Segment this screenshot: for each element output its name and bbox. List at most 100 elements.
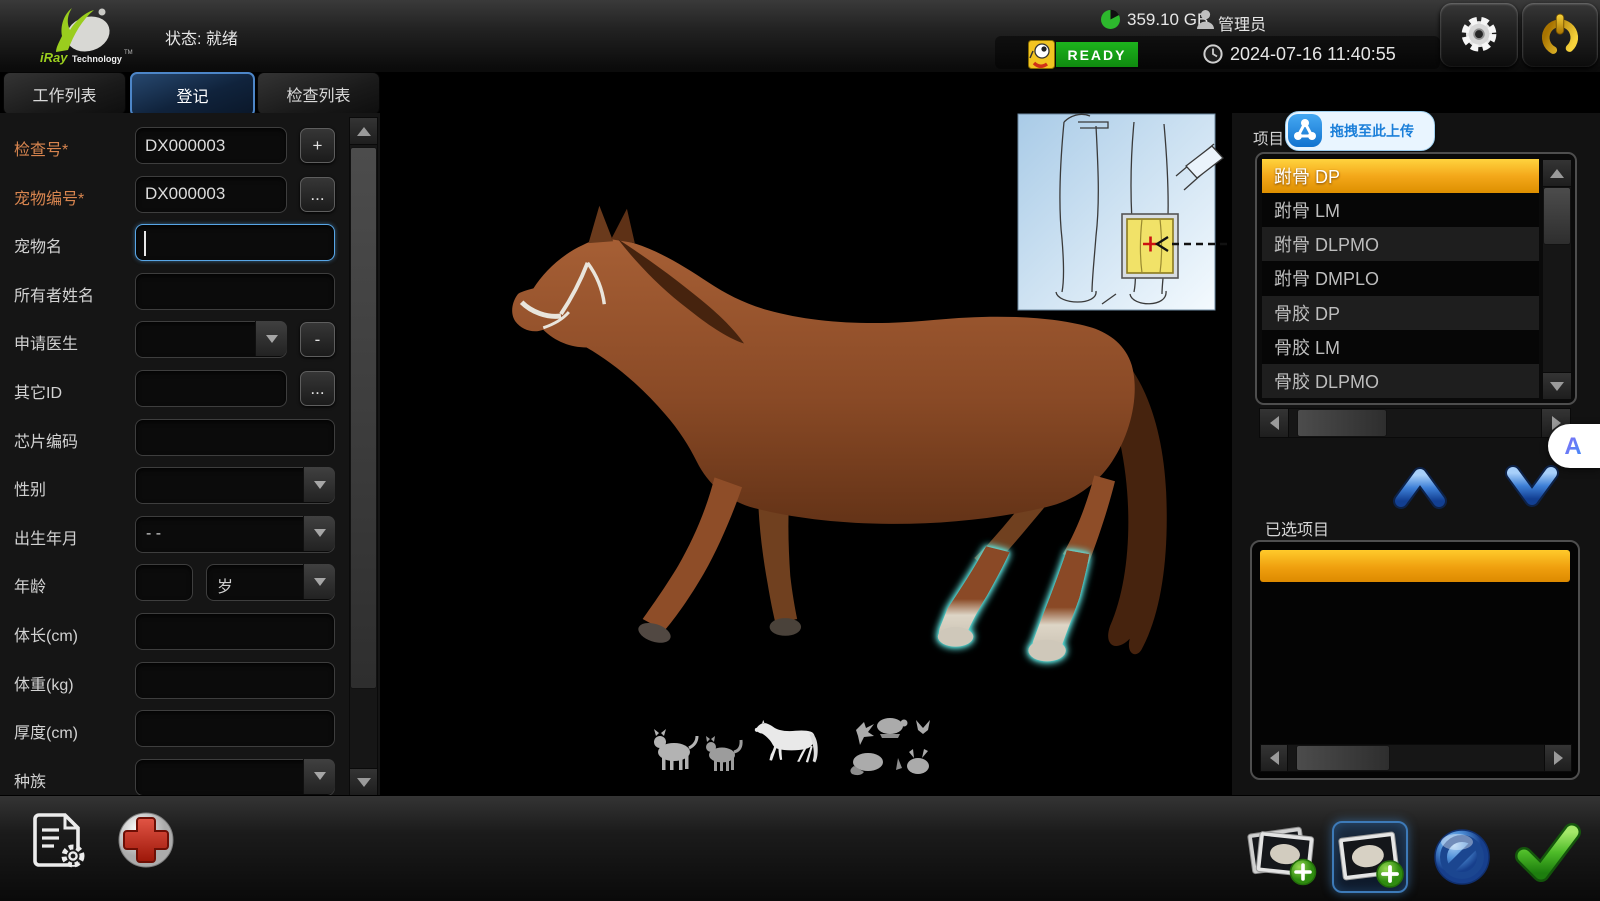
form-field-input[interactable] <box>135 224 335 261</box>
field-label: 宠物编号* <box>14 185 84 209</box>
positioning-inset <box>1018 114 1215 310</box>
triangle-down-icon <box>1550 382 1564 391</box>
worklist-settings-button[interactable] <box>28 810 90 872</box>
combo-arrow-button[interactable] <box>303 467 335 502</box>
text-caret <box>144 231 146 256</box>
form-field-input[interactable] <box>135 273 335 310</box>
field-side-button[interactable]: + <box>300 128 335 163</box>
new-exam-button[interactable] <box>116 810 176 870</box>
selected-item-row[interactable] <box>1260 550 1570 582</box>
combo-arrow-button[interactable] <box>303 759 335 794</box>
field-label: 年龄 <box>14 573 46 597</box>
form-field-input[interactable] <box>135 662 335 699</box>
highlighted-hind-leg-far[interactable] <box>938 546 1010 646</box>
procedure-scroll-left-button[interactable] <box>1259 408 1289 438</box>
move-down-button[interactable] <box>1504 462 1560 510</box>
species-exotic-button[interactable] <box>842 712 934 780</box>
power-button[interactable] <box>1522 3 1598 67</box>
items-label: 项目 <box>1253 127 1284 149</box>
form-scroll-up-button[interactable] <box>349 117 378 145</box>
user-icon <box>1196 9 1215 30</box>
procedure-hscrollbar-thumb[interactable] <box>1297 409 1387 437</box>
form-field-input[interactable] <box>135 370 287 407</box>
combo-arrow-button[interactable] <box>303 564 335 599</box>
triangle-left-icon <box>1270 751 1279 765</box>
tab-label: 检查列表 <box>286 82 350 106</box>
species-horse-button[interactable] <box>754 712 824 778</box>
selected-items-label: 已选项目 <box>1265 516 1329 540</box>
field-label: 体重(kg) <box>14 671 74 695</box>
procedure-item[interactable]: 跗骨 DMPLO <box>1262 261 1539 295</box>
cancel-button[interactable] <box>1432 827 1492 887</box>
form-field-input[interactable] <box>135 127 287 164</box>
upload-label: 拖拽至此上传 <box>1330 121 1414 141</box>
document-gear-icon <box>28 810 90 872</box>
procedure-item[interactable]: 骨胶 DP <box>1262 296 1539 330</box>
procedure-scroll-down-button[interactable] <box>1542 372 1572 400</box>
field-label: 申请医生 <box>14 330 78 354</box>
selected-scroll-left-button[interactable] <box>1260 744 1288 772</box>
move-up-button[interactable] <box>1392 462 1448 510</box>
combo-field[interactable] <box>135 467 335 504</box>
triangle-down-icon <box>357 778 371 787</box>
combo-field[interactable]: 岁 <box>206 564 335 601</box>
procedure-item[interactable]: 跗骨 DP <box>1262 159 1539 193</box>
field-label: 其它ID <box>14 379 62 403</box>
assistant-a-icon: A <box>1558 431 1588 461</box>
form-row: 其它ID... <box>0 365 348 414</box>
form-field-input[interactable] <box>135 564 193 601</box>
tab-examlist[interactable]: 检查列表 <box>257 72 380 115</box>
status-text: 状态: 就绪 <box>165 25 238 49</box>
xray-add-icon <box>1335 825 1405 889</box>
form-scroll-down-button[interactable] <box>349 768 378 796</box>
add-image-button-selected[interactable] <box>1332 821 1408 893</box>
field-side-button[interactable]: ... <box>300 177 335 212</box>
form-field-input[interactable] <box>135 176 287 213</box>
form-row: 所有者姓名 <box>0 268 348 317</box>
tab-label: 登记 <box>176 83 208 107</box>
field-label: 厚度(cm) <box>14 719 78 743</box>
app-logo: iRay Technology TM <box>16 4 136 68</box>
confirm-button[interactable] <box>1512 816 1582 886</box>
form-row: 种族 <box>0 754 348 795</box>
svg-text:Technology: Technology <box>72 54 122 64</box>
selected-scroll-right-button[interactable] <box>1544 744 1572 772</box>
procedure-scrollbar-thumb[interactable] <box>1543 187 1571 245</box>
species-dog-cat-button[interactable] <box>652 722 748 778</box>
tab-worklist[interactable]: 工作列表 <box>3 72 126 115</box>
field-side-button[interactable]: - <box>300 322 335 357</box>
field-label: 宠物名 <box>14 233 62 257</box>
detector-mascot-icon <box>1028 40 1055 69</box>
form-field-input[interactable] <box>135 710 335 747</box>
form-field-input[interactable] <box>135 419 335 456</box>
procedure-scroll-up-button[interactable] <box>1542 159 1572 187</box>
procedure-item[interactable]: 跗骨 LM <box>1262 193 1539 227</box>
procedure-item[interactable]: 骨胶 LM <box>1262 330 1539 364</box>
combo-arrow-button[interactable] <box>303 516 335 551</box>
add-images-batch-button[interactable] <box>1246 820 1318 886</box>
dog-cat-icon <box>652 722 748 778</box>
combo-arrow-button[interactable] <box>255 321 287 356</box>
combo-field[interactable] <box>135 759 335 795</box>
tab-register[interactable]: 登记 <box>130 72 255 117</box>
procedure-item[interactable]: 跗骨 DLPMO <box>1262 227 1539 261</box>
horse-icon <box>754 712 824 778</box>
settings-button[interactable] <box>1440 3 1518 67</box>
form-scrollbar-thumb[interactable] <box>350 147 377 689</box>
exotic-animals-icon <box>842 712 934 780</box>
field-side-button[interactable]: ... <box>300 371 335 406</box>
highlighted-hind-leg-near[interactable] <box>1028 550 1089 661</box>
combo-field[interactable]: - - <box>135 516 335 553</box>
procedure-item[interactable]: 骨胶 DLPMO <box>1262 364 1539 398</box>
combo-field[interactable] <box>135 321 287 358</box>
cloud-share-icon <box>1288 114 1322 147</box>
form-row: 宠物编号*... <box>0 171 348 220</box>
form-field-input[interactable] <box>135 613 335 650</box>
drag-upload-overlay[interactable]: 拖拽至此上传 <box>1285 111 1435 151</box>
combo-value: 岁 <box>217 573 233 597</box>
selected-hscrollbar-thumb[interactable] <box>1296 745 1390 771</box>
svg-text:TM: TM <box>124 50 133 56</box>
field-label: 芯片编码 <box>14 428 78 452</box>
patient-form-panel: 检查号*+宠物编号*...宠物名所有者姓名申请医生-其它ID...芯片编码性别出… <box>0 113 380 795</box>
form-row: 芯片编码 <box>0 414 348 463</box>
